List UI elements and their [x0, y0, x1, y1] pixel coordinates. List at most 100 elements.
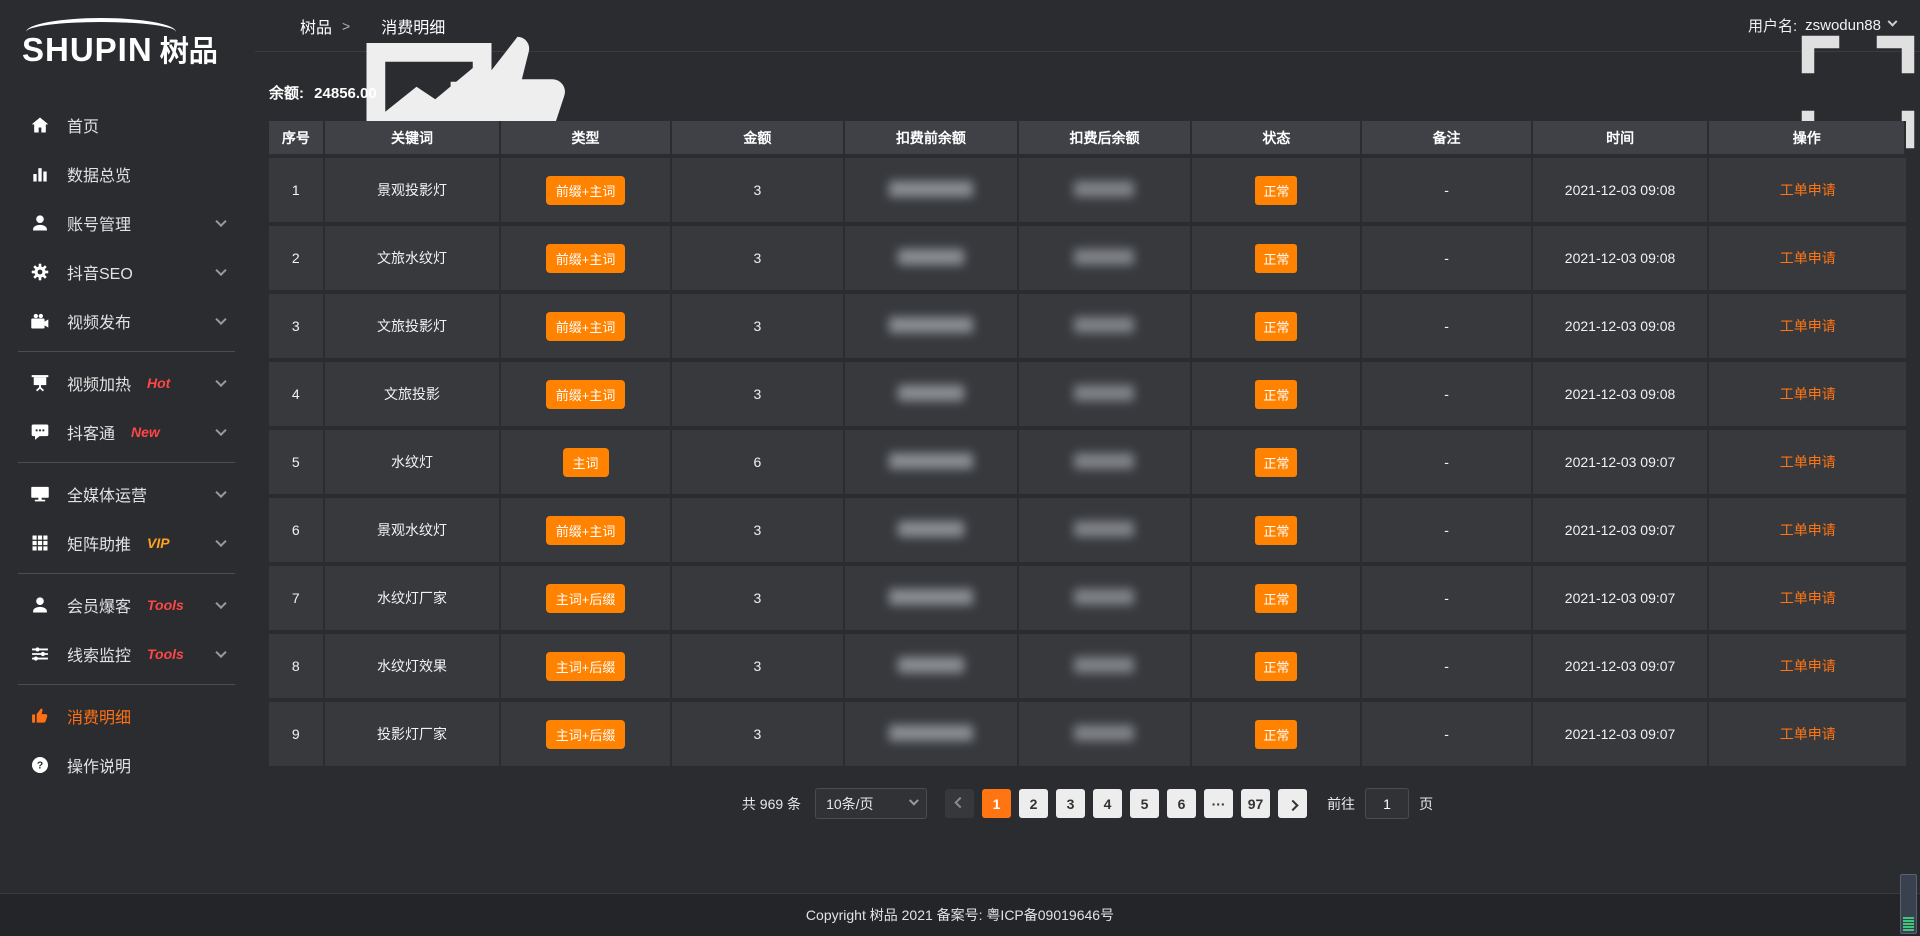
sidebar-divider: [18, 462, 235, 463]
page-button[interactable]: 3: [1056, 789, 1085, 818]
column-header: 序号: [269, 121, 325, 158]
cell-balance-before: [845, 294, 1019, 362]
cell-balance-before: [845, 226, 1019, 294]
status-badge: 正常: [1255, 516, 1297, 545]
status-badge: 正常: [1255, 176, 1297, 205]
cell-time: 2021-12-03 09:08: [1533, 158, 1710, 226]
sidebar-item[interactable]: 抖客通 New: [0, 407, 255, 456]
cell-remark: -: [1362, 362, 1532, 430]
table-row: 5 水纹灯 主词 6 正常 - 2021-12-03 09:07 工单申请: [269, 430, 1906, 498]
home-icon: [30, 115, 50, 135]
sidebar-item[interactable]: 消费明细: [0, 691, 255, 740]
sidebar-item[interactable]: 抖音SEO: [0, 247, 255, 296]
redacted-value: [889, 453, 973, 469]
cell-index: 2: [269, 226, 325, 294]
page-button[interactable]: 2: [1019, 789, 1048, 818]
breadcrumb-home[interactable]: 树品: [279, 14, 332, 38]
cell-balance-before: [845, 566, 1019, 634]
work-order-link[interactable]: 工单申请: [1780, 386, 1836, 402]
cell-amount: 3: [672, 294, 846, 362]
page-button[interactable]: 5: [1130, 789, 1159, 818]
user-menu[interactable]: 用户名: zswodun88: [1748, 15, 1896, 36]
sidebar-item-label: 矩阵助推: [67, 531, 131, 555]
cell-time: 2021-12-03 09:08: [1533, 294, 1710, 362]
topbar: 树品 > 消费明细 用户名: zswodun88: [255, 0, 1920, 52]
cell-action: 工单申请: [1709, 158, 1906, 226]
redacted-value: [889, 725, 973, 741]
cell-action: 工单申请: [1709, 634, 1906, 702]
work-order-link[interactable]: 工单申请: [1780, 726, 1836, 742]
cell-status: 正常: [1192, 158, 1362, 226]
sidebar-item[interactable]: 视频发布: [0, 296, 255, 345]
logo-text-en: SHUPIN: [22, 31, 153, 69]
column-header: 状态: [1192, 121, 1362, 158]
type-badge: 前缀+主词: [546, 380, 626, 409]
thumb-icon: [30, 706, 50, 726]
work-order-link[interactable]: 工单申请: [1780, 454, 1836, 470]
fullscreen-icon[interactable]: [1708, 17, 1726, 35]
sidebar-item[interactable]: 全媒体运营: [0, 469, 255, 518]
status-badge: 正常: [1255, 380, 1297, 409]
table-row: 9 投影灯厂家 主词+后缀 3 正常 - 2021-12-03 09:07 工单…: [269, 702, 1906, 770]
breadcrumb: 树品 > 消费明细: [279, 14, 445, 38]
logo-text-cjk: 树品: [160, 28, 218, 70]
cell-index: 3: [269, 294, 325, 362]
page-button[interactable]: 4: [1093, 789, 1122, 818]
column-header: 扣费后余额: [1019, 121, 1193, 158]
cell-type: 主词+后缀: [501, 702, 671, 770]
redacted-value: [1074, 657, 1134, 673]
cell-time: 2021-12-03 09:08: [1533, 226, 1710, 294]
cell-remark: -: [1362, 158, 1532, 226]
work-order-link[interactable]: 工单申请: [1780, 658, 1836, 674]
page-size-select[interactable]: 10条/页: [815, 788, 927, 819]
redacted-value: [889, 181, 973, 197]
cell-index: 8: [269, 634, 325, 702]
mini-monitor-widget: [1900, 874, 1917, 934]
page-button[interactable]: 97: [1241, 789, 1270, 818]
cell-balance-after: [1019, 226, 1193, 294]
cell-type: 前缀+主词: [501, 226, 671, 294]
cell-remark: -: [1362, 430, 1532, 498]
next-page-button[interactable]: [1278, 789, 1307, 818]
user-icon: [30, 213, 50, 233]
cell-status: 正常: [1192, 362, 1362, 430]
sidebar-item[interactable]: 会员爆客 Tools: [0, 580, 255, 629]
sidebar-item[interactable]: 视频加热 Hot: [0, 358, 255, 407]
cell-balance-after: [1019, 430, 1193, 498]
status-badge: 正常: [1255, 448, 1297, 477]
sidebar: SHUPIN 树品 首页 数据总览 账号管理: [0, 0, 255, 936]
table-row: 7 水纹灯厂家 主词+后缀 3 正常 - 2021-12-03 09:07 工单…: [269, 566, 1906, 634]
page-button[interactable]: 1: [982, 789, 1011, 818]
type-badge: 主词+后缀: [546, 652, 626, 681]
gear-icon: [30, 262, 50, 282]
work-order-link[interactable]: 工单申请: [1780, 182, 1836, 198]
sidebar-item[interactable]: 操作说明: [0, 740, 255, 789]
page-button[interactable]: 6: [1167, 789, 1196, 818]
prev-page-button[interactable]: [945, 789, 974, 818]
sidebar-item-label: 抖音SEO: [67, 260, 133, 284]
chevron-down-icon: [215, 597, 226, 608]
sidebar-item-badge: VIP: [147, 535, 170, 551]
sidebar-item[interactable]: 数据总览: [0, 149, 255, 198]
work-order-link[interactable]: 工单申请: [1780, 318, 1836, 334]
cell-type: 主词+后缀: [501, 634, 671, 702]
cell-type: 前缀+主词: [501, 498, 671, 566]
sidebar-item-label: 会员爆客: [67, 593, 131, 617]
pagination: 共 969 条 10条/页 123456···97 前往 页: [269, 788, 1906, 819]
sidebar-item[interactable]: 线索监控 Tools: [0, 629, 255, 678]
goto-page-input[interactable]: [1365, 788, 1409, 819]
work-order-link[interactable]: 工单申请: [1780, 522, 1836, 538]
sidebar-divider: [18, 351, 235, 352]
work-order-link[interactable]: 工单申请: [1780, 590, 1836, 606]
sidebar-item[interactable]: 矩阵助推 VIP: [0, 518, 255, 567]
sidebar-item-label: 视频发布: [67, 309, 131, 333]
sidebar-item[interactable]: 账号管理: [0, 198, 255, 247]
sidebar-item[interactable]: 首页: [0, 100, 255, 149]
app: SHUPIN 树品 首页 数据总览 账号管理: [0, 0, 1920, 936]
breadcrumb-current[interactable]: 消费明细: [360, 14, 445, 38]
table-row: 4 文旅投影 前缀+主词 3 正常 - 2021-12-03 09:08 工单申…: [269, 362, 1906, 430]
logo: SHUPIN 树品: [0, 10, 255, 86]
work-order-link[interactable]: 工单申请: [1780, 250, 1836, 266]
page-button[interactable]: ···: [1204, 789, 1233, 818]
column-header: 金额: [672, 121, 846, 158]
